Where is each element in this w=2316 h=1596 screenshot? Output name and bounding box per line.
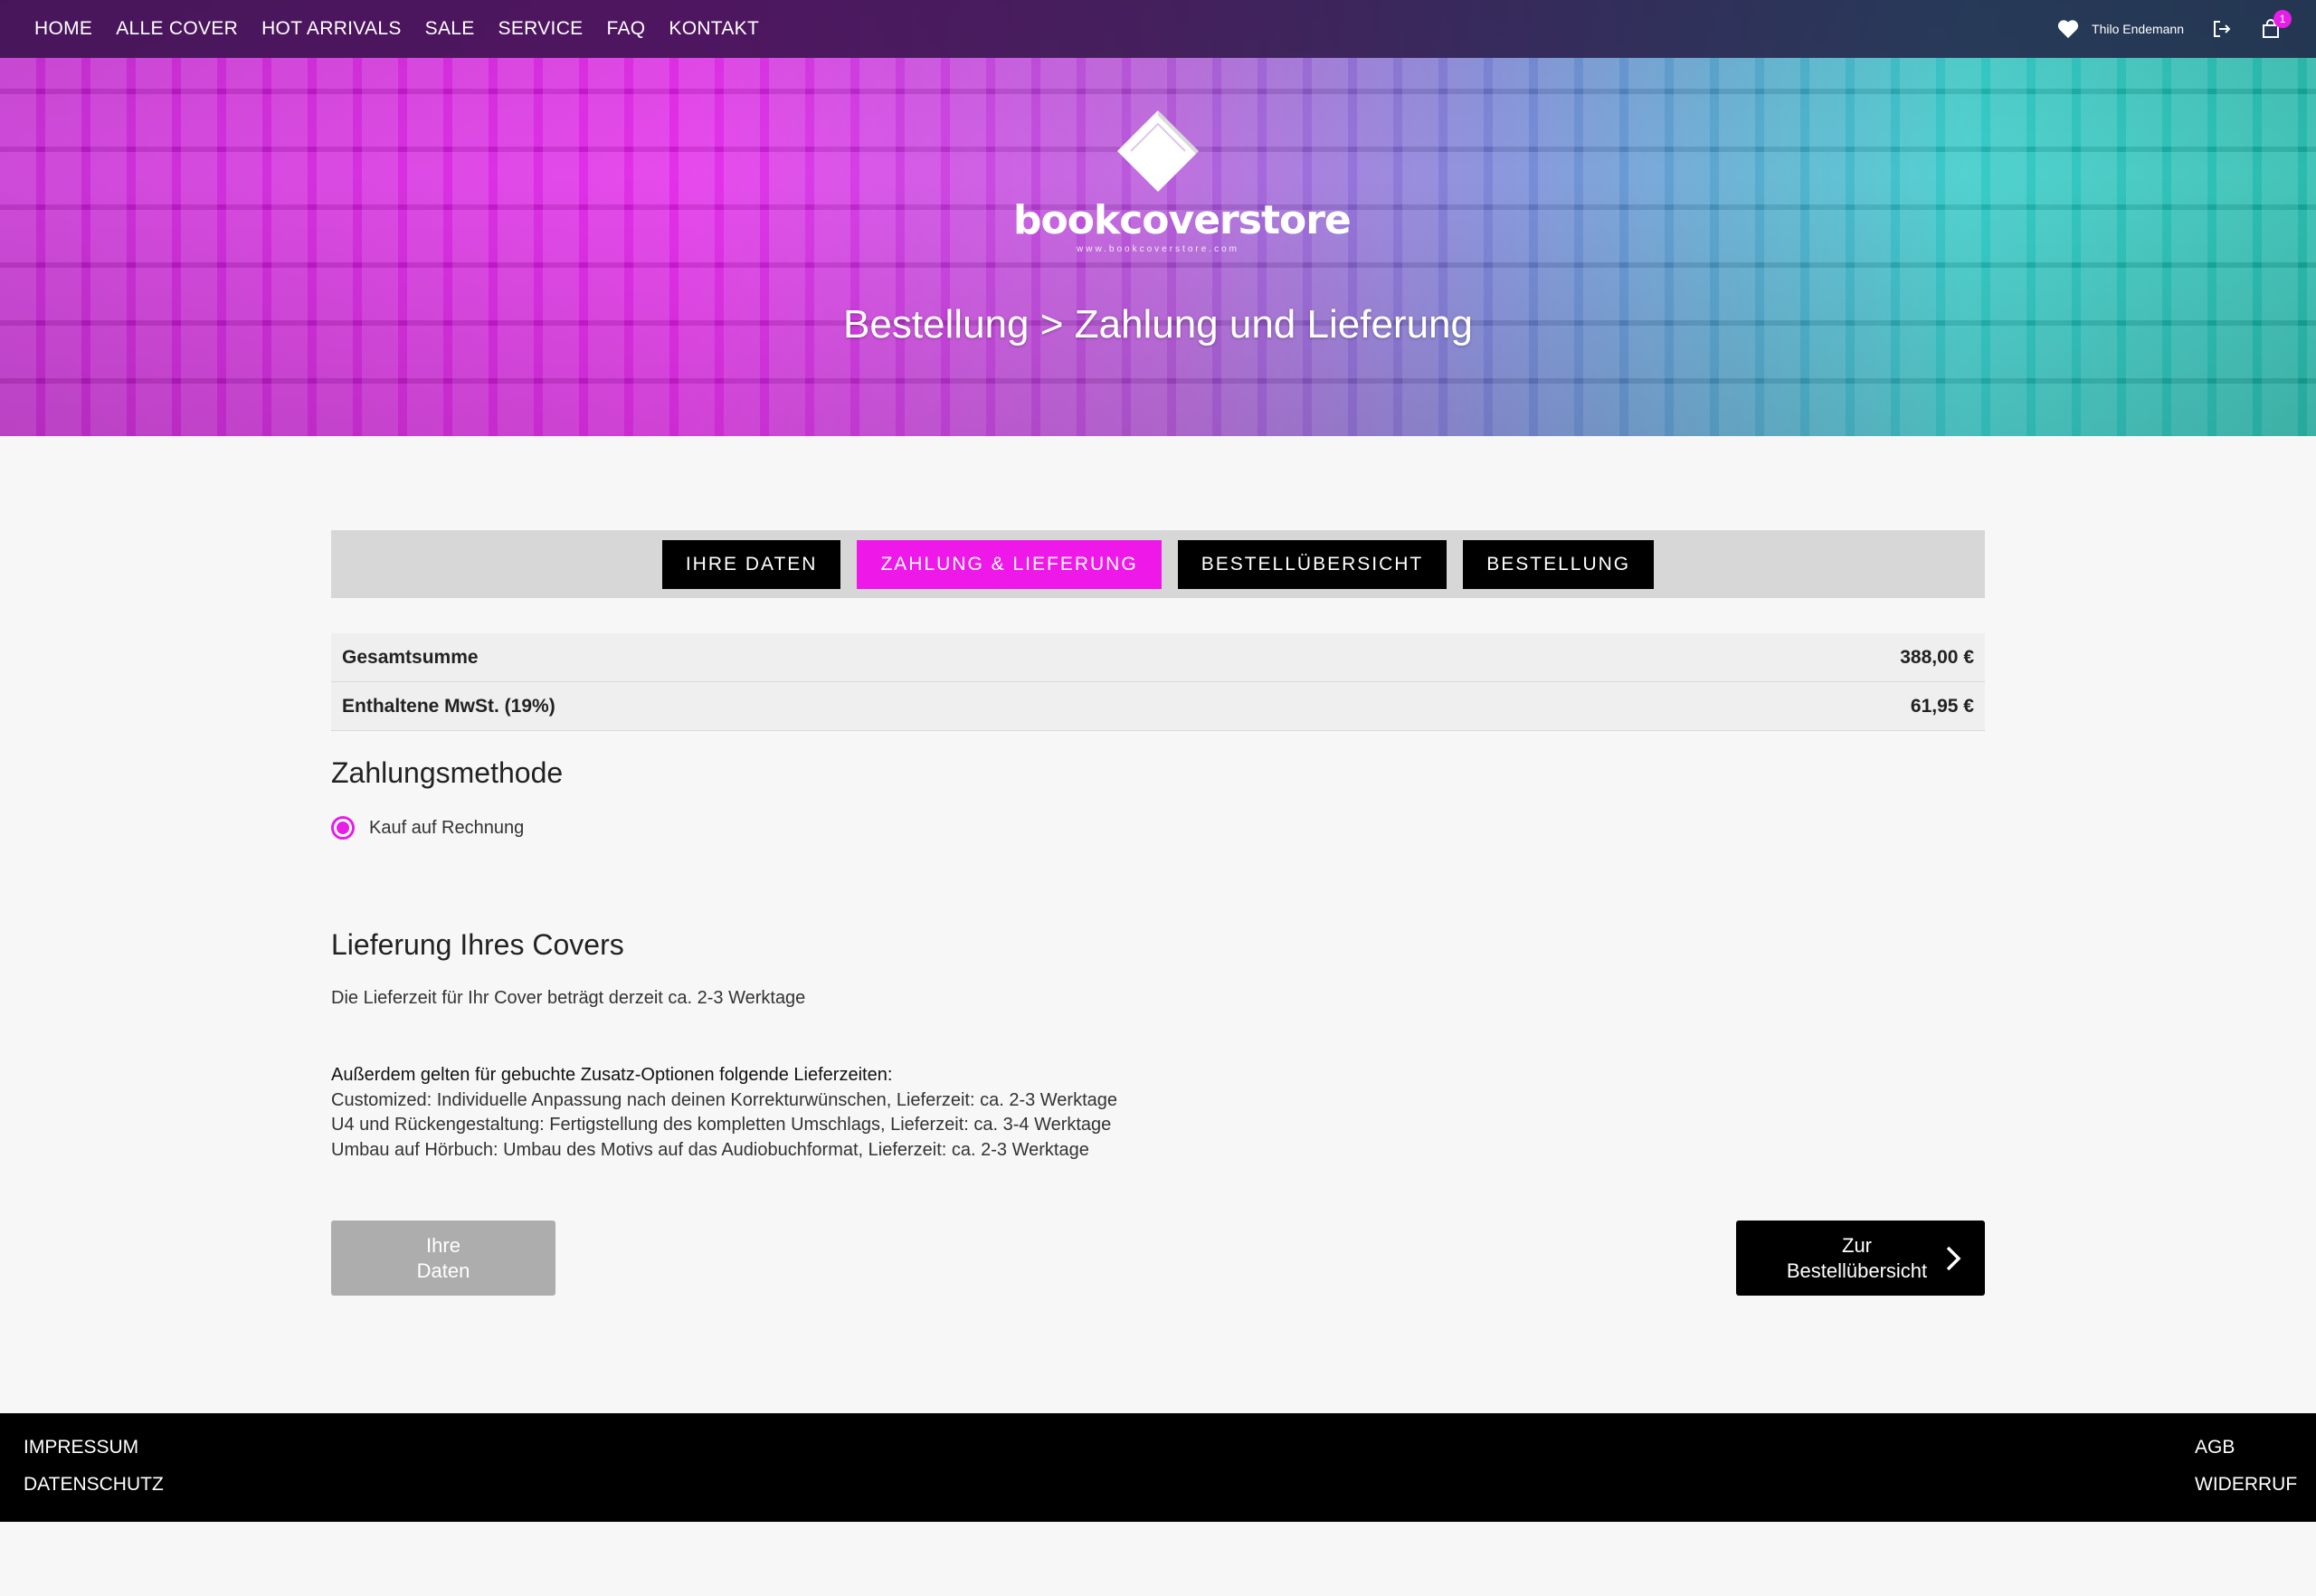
delivery-heading: Lieferung Ihres Covers — [331, 928, 624, 961]
step-bestellung[interactable]: BESTELLUNG — [1463, 539, 1655, 589]
book-logo-icon — [1117, 110, 1199, 192]
logout-icon[interactable] — [2211, 18, 2233, 40]
zur-bestelluebersicht-button[interactable]: Zur Bestellübersicht — [1736, 1221, 1985, 1296]
cart-count-badge: 1 — [2273, 10, 2292, 28]
payment-option-label[interactable]: Kauf auf Rechnung — [369, 818, 524, 839]
nav-home[interactable]: HOME — [34, 18, 92, 39]
addon-delivery-times: Außerdem gelten für gebuchte Zusatz-Opti… — [331, 1063, 1117, 1163]
nav-kontakt[interactable]: KONTAKT — [669, 18, 759, 39]
bookcoverstore-logo[interactable]: bookcoverstore www.bookcoverstore.com — [1013, 109, 1352, 254]
footer: IMPRESSUM DATENSCHUTZ AGB WIDERRUF — [0, 1413, 2316, 1522]
vat-label: Enthaltene MwSt. (19%) — [342, 695, 555, 717]
payment-heading: Zahlungsmethode — [331, 756, 564, 789]
heart-icon[interactable] — [2057, 18, 2079, 40]
total-row-mwst: Enthaltene MwSt. (19%) 61,95 € — [331, 682, 1985, 731]
nav-alle-cover[interactable]: ALLE COVER — [116, 18, 238, 39]
step-bestelluebersicht[interactable]: BESTELLÜBERSICHT — [1177, 539, 1448, 589]
footer-impressum[interactable]: IMPRESSUM — [24, 1437, 138, 1458]
addon-line-customized: Customized: Individuelle Anpassung nach … — [331, 1089, 1118, 1110]
page-title: Bestellung > Zahlung und Lieferung — [843, 302, 1473, 347]
nav-user-area: Thilo Endemann 1 — [2057, 10, 2292, 40]
nav-sale[interactable]: SALE — [425, 18, 475, 39]
total-value: 388,00 € — [1900, 646, 1974, 668]
nav-service[interactable]: SERVICE — [498, 18, 584, 39]
back-to-ihre-daten-button[interactable]: Ihre Daten — [331, 1221, 555, 1296]
top-navigation: HOME ALLE COVER HOT ARRIVALS SALE SERVIC… — [0, 0, 2316, 58]
footer-datenschutz[interactable]: DATENSCHUTZ — [24, 1474, 164, 1496]
step-ihre-daten[interactable]: IHRE DATEN — [661, 539, 841, 589]
main-menu: HOME ALLE COVER HOT ARRIVALS SALE SERVIC… — [34, 18, 759, 40]
addon-line-u4: U4 und Rückengestaltung: Fertigstellung … — [331, 1115, 1112, 1135]
user-account[interactable]: Thilo Endemann — [2057, 18, 2184, 40]
payment-option-rechnung[interactable]: Kauf auf Rechnung — [331, 816, 524, 840]
total-row-gesamtsumme: Gesamtsumme 388,00 € — [331, 633, 1985, 682]
order-totals: Gesamtsumme 388,00 € Enthaltene MwSt. (1… — [331, 633, 1985, 731]
addon-line-hoerbuch: Umbau auf Hörbuch: Umbau des Motivs auf … — [331, 1139, 1089, 1160]
addon-intro: Außerdem gelten für gebuchte Zusatz-Opti… — [331, 1065, 893, 1085]
nav-faq[interactable]: FAQ — [606, 18, 645, 39]
chevron-right-icon — [1946, 1246, 1961, 1270]
payment-radio[interactable] — [331, 816, 355, 840]
user-name[interactable]: Thilo Endemann — [2092, 22, 2184, 36]
step-zahlung-lieferung[interactable]: ZAHLUNG & LIEFERUNG — [857, 539, 1162, 589]
cart-icon[interactable]: 1 — [2260, 10, 2292, 40]
nav-hot-arrivals[interactable]: HOT ARRIVALS — [261, 18, 402, 39]
delivery-time-text: Die Lieferzeit für Ihr Cover beträgt der… — [331, 988, 806, 1008]
footer-agb[interactable]: AGB — [2195, 1437, 2235, 1458]
logo-url: www.bookcoverstore.com — [1077, 244, 1239, 254]
total-label: Gesamtsumme — [342, 646, 479, 668]
footer-widerruf[interactable]: WIDERRUF — [2195, 1474, 2297, 1496]
vat-value: 61,95 € — [1910, 695, 1974, 717]
checkout-steps: IHRE DATEN ZAHLUNG & LIEFERUNG BESTELLÜB… — [331, 530, 1985, 598]
logo-text: bookcoverstore — [1013, 197, 1352, 243]
